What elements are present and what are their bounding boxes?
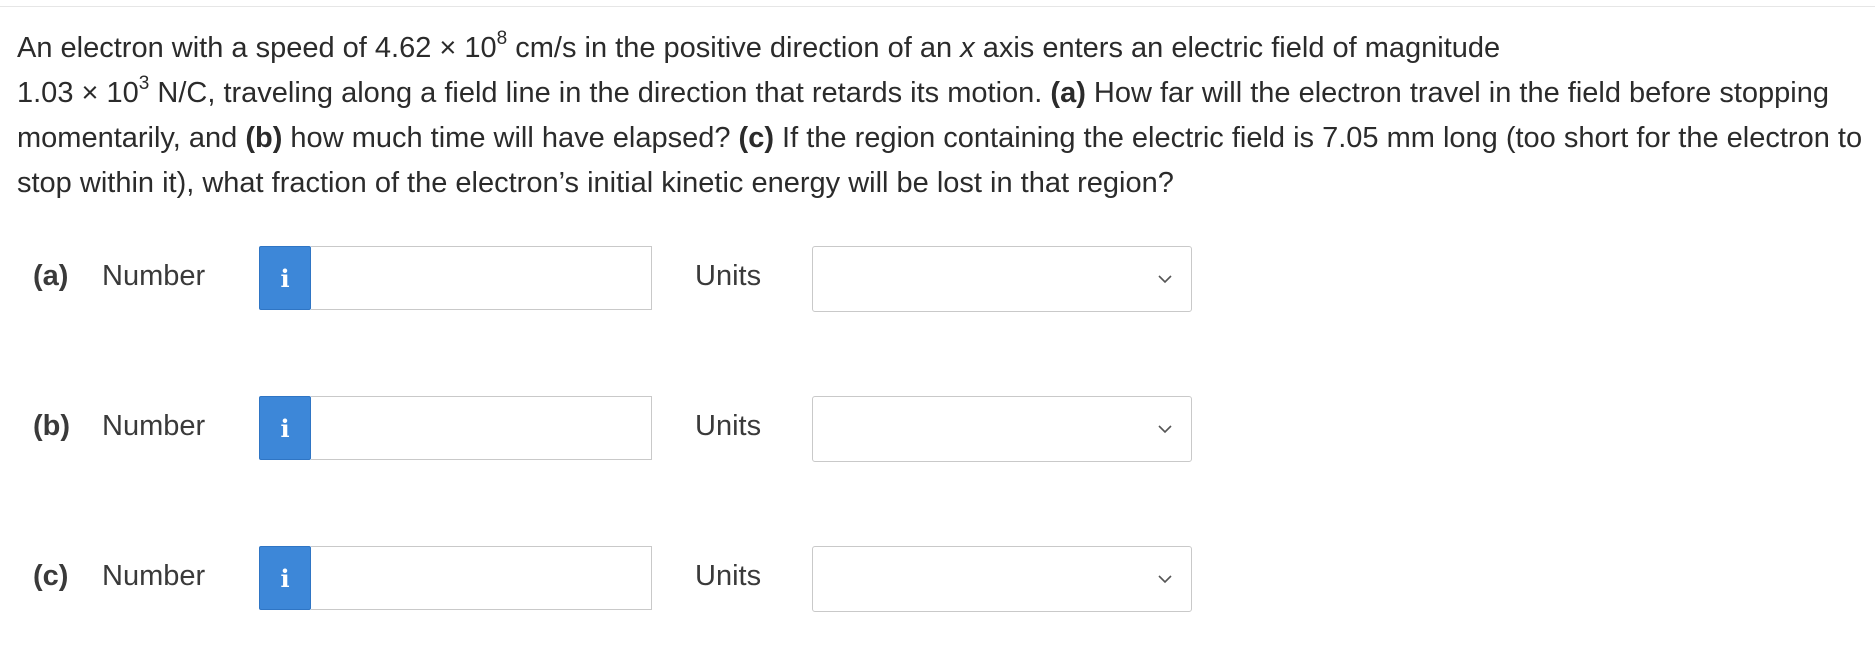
units-label: Units — [695, 560, 762, 592]
units-label: Units — [695, 410, 762, 442]
info-icon: i — [280, 263, 290, 293]
top-divider — [0, 6, 1875, 7]
info-button[interactable]: i — [259, 546, 311, 610]
part-c-marker: (c) — [738, 122, 774, 154]
question-text-segment: 1.03 × 10 — [17, 77, 139, 109]
answer-row-c: (c) Number i Units — [0, 546, 1240, 612]
units-dropdown-a[interactable] — [812, 246, 1192, 312]
variable-x: x — [960, 32, 975, 64]
number-input-a[interactable] — [311, 246, 652, 310]
info-icon: i — [280, 413, 290, 443]
info-icon: i — [280, 563, 290, 593]
info-button[interactable]: i — [259, 246, 311, 310]
number-label: Number — [102, 410, 206, 442]
chevron-down-icon — [1158, 425, 1172, 434]
question-text-segment: N/C, traveling along a field line in the… — [149, 77, 1051, 109]
units-dropdown-c[interactable] — [812, 546, 1192, 612]
answer-row-b: (b) Number i Units — [0, 396, 1240, 462]
chevron-down-icon — [1158, 575, 1172, 584]
exponent: 8 — [496, 28, 508, 50]
units-label: Units — [695, 260, 762, 292]
number-input-b[interactable] — [311, 396, 652, 460]
question-text-segment: how much time will have elapsed? — [282, 122, 739, 154]
part-label: (a) — [33, 260, 69, 292]
number-label: Number — [102, 560, 206, 592]
part-b-marker: (b) — [245, 122, 283, 154]
part-label: (b) — [33, 410, 71, 442]
exponent: 3 — [138, 73, 150, 95]
info-button[interactable]: i — [259, 396, 311, 460]
question-text: An electron with a speed of 4.62 × 108 c… — [17, 26, 1867, 206]
number-input-c[interactable] — [311, 546, 652, 610]
number-label: Number — [102, 260, 206, 292]
question-text-segment: An electron with a speed of 4.62 × 10 — [17, 32, 497, 64]
part-label: (c) — [33, 560, 69, 592]
question-text-segment: cm/s in the positive direction of an — [507, 32, 961, 64]
answer-row-a: (a) Number i Units — [0, 246, 1240, 312]
units-dropdown-b[interactable] — [812, 396, 1192, 462]
chevron-down-icon — [1158, 275, 1172, 284]
question-text-segment: axis enters an electric field of magnitu… — [974, 32, 1501, 64]
part-a-marker: (a) — [1050, 77, 1086, 109]
